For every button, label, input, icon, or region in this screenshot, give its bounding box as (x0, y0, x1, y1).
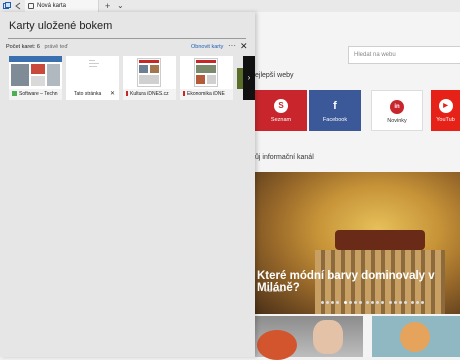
scroll-right-chevron-icon[interactable]: › (243, 56, 255, 100)
saved-tab-title: Software – Techn (19, 91, 58, 97)
new-tab-page: Hledat na webu ejlepší weby S Seznam f F… (255, 12, 460, 360)
site-tile-seznam[interactable]: S Seznam (255, 90, 307, 131)
saved-tab-card[interactable]: Tato stránka ✕ (66, 56, 119, 100)
article-thumbnail[interactable] (372, 316, 460, 357)
tab-list-chevron-icon[interactable]: ⌄ (117, 0, 124, 12)
carousel-dots[interactable] (321, 296, 426, 304)
saved-time: právě teď (44, 44, 68, 50)
novinky-icon: in (390, 100, 404, 114)
site-tile-youtube[interactable]: ▶ YouTub (431, 90, 460, 131)
tab-new-tab[interactable]: Nová karta (25, 0, 99, 12)
tabs-aside-panel: Karty uložené bokem Počet karet: 6 právě… (0, 12, 255, 357)
title-bar: Nová karta + ⌄ (0, 0, 460, 12)
tab-thumbnail (180, 56, 233, 89)
new-tab-icon (28, 3, 34, 9)
more-options-icon[interactable]: ··· (228, 41, 236, 50)
top-sites-heading: ejlepší weby (255, 72, 294, 79)
saved-tab-title: Kultura iDNES.cz (130, 91, 169, 97)
tab-thumbnail (66, 56, 119, 89)
site-tile-facebook[interactable]: f Facebook (309, 90, 361, 131)
restore-tabs-link[interactable]: Obnovit karty (191, 44, 223, 50)
idnes-favicon-icon (126, 91, 128, 97)
site-tile-label: Novinky (387, 118, 407, 124)
search-input[interactable]: Hledat na webu (348, 46, 460, 64)
panel-title: Karty uložené bokem (9, 20, 113, 32)
leaf-favicon-icon (12, 91, 17, 97)
saved-tab-card[interactable]: Ekonomika iDNE (180, 56, 233, 100)
idnes-favicon-icon (183, 91, 185, 97)
site-tile-label: YouTub (436, 117, 455, 123)
tab-thumbnail (123, 56, 176, 89)
seznam-icon: S (274, 99, 288, 113)
feed-heading: ůj informační kanál (255, 154, 314, 161)
youtube-icon: ▶ (438, 99, 453, 113)
site-tile-label: Seznam (270, 117, 292, 123)
saved-tab-title: Tato stránka (74, 91, 102, 97)
tab-label: Nová karta (37, 3, 67, 9)
facebook-icon: f (333, 100, 337, 112)
site-tile-label: Facebook (322, 117, 348, 123)
article-thumbnail[interactable] (255, 316, 363, 360)
tab-preview-icon[interactable] (3, 2, 11, 10)
set-tabs-aside-icon[interactable] (14, 2, 22, 10)
site-tile-novinky[interactable]: in Novinky (371, 90, 423, 131)
saved-tab-card[interactable]: Kultura iDNES.cz (123, 56, 176, 100)
tab-thumbnail (9, 56, 62, 89)
close-icon[interactable]: ✕ (240, 41, 248, 52)
saved-tab-title: Ekonomika iDNE (187, 91, 225, 97)
tab-count-row: Počet karet: 6 právě teď (6, 44, 68, 50)
new-tab-button[interactable]: + (105, 0, 110, 12)
divider (8, 38, 246, 39)
tab-count: Počet karet: 6 (6, 44, 40, 50)
remove-tab-icon[interactable]: ✕ (110, 89, 115, 100)
hero-article-title[interactable]: Které módní barvy dominovaly v Miláně? (255, 270, 460, 294)
hero-article-source: marianne (265, 288, 284, 293)
saved-tab-card[interactable]: Software – Techn (9, 56, 62, 100)
